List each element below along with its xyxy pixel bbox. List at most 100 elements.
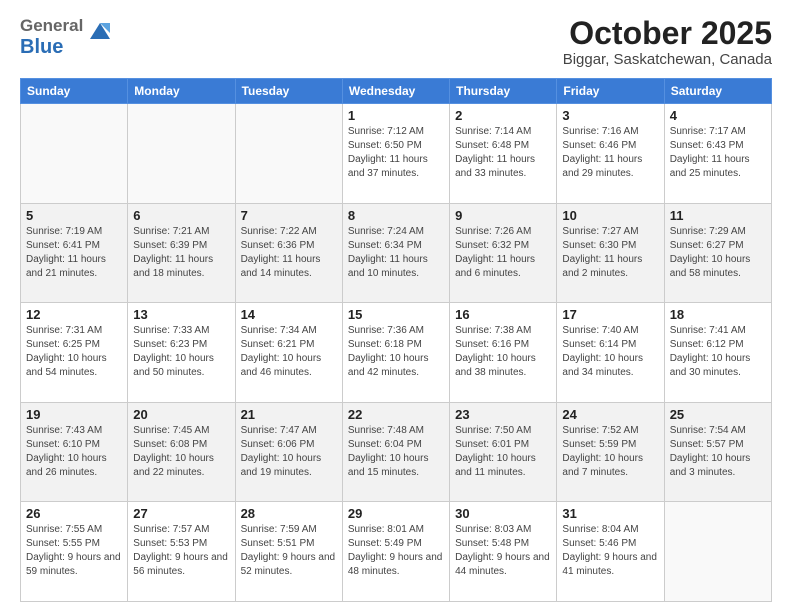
day-detail: Sunrise: 8:03 AMSunset: 5:48 PMDaylight:…: [455, 523, 551, 579]
day-number: 1: [348, 108, 444, 123]
day-number: 8: [348, 208, 444, 223]
calendar-day-cell: 18Sunrise: 7:41 AMSunset: 6:12 PMDayligh…: [664, 303, 771, 403]
calendar-day-cell: [21, 104, 128, 204]
day-detail: Sunrise: 8:04 AMSunset: 5:46 PMDaylight:…: [562, 523, 658, 579]
day-number: 30: [455, 506, 551, 521]
col-tuesday: Tuesday: [235, 79, 342, 104]
month-title: October 2025: [563, 16, 772, 51]
calendar-day-cell: [235, 104, 342, 204]
calendar-table: Sunday Monday Tuesday Wednesday Thursday…: [20, 78, 772, 602]
day-detail: Sunrise: 7:29 AMSunset: 6:27 PMDaylight:…: [670, 225, 766, 281]
page: General Blue October 2025 Biggar, Saskat…: [0, 0, 792, 612]
day-detail: Sunrise: 7:45 AMSunset: 6:08 PMDaylight:…: [133, 424, 229, 480]
day-detail: Sunrise: 7:48 AMSunset: 6:04 PMDaylight:…: [348, 424, 444, 480]
day-number: 17: [562, 307, 658, 322]
day-number: 15: [348, 307, 444, 322]
day-number: 6: [133, 208, 229, 223]
day-detail: Sunrise: 7:47 AMSunset: 6:06 PMDaylight:…: [241, 424, 337, 480]
calendar-week-row: 19 Sunrise: 7:43 AMSunset: 6:10 PMDayligh…: [21, 402, 772, 502]
col-sunday: Sunday: [21, 79, 128, 104]
calendar-day-cell: 27 Sunrise: 7:57 AMSunset: 5:53 PMDayligh…: [128, 502, 235, 602]
calendar-day-cell: 9 Sunrise: 7:26 AMSunset: 6:32 PMDaylight…: [450, 203, 557, 303]
header: General Blue October 2025 Biggar, Saskat…: [20, 16, 772, 68]
day-detail: Sunrise: 7:36 AMSunset: 6:18 PMDaylight:…: [348, 324, 444, 380]
day-number: 29: [348, 506, 444, 521]
calendar-day-cell: 8Sunrise: 7:24 AMSunset: 6:34 PMDaylight…: [342, 203, 449, 303]
calendar-day-cell: 25 Sunrise: 7:54 AMSunset: 5:57 PMDayligh…: [664, 402, 771, 502]
calendar-week-row: 12 Sunrise: 7:31 AMSunset: 6:25 PMDayligh…: [21, 303, 772, 403]
day-number: 14: [241, 307, 337, 322]
calendar-day-cell: 24Sunrise: 7:52 AMSunset: 5:59 PMDayligh…: [557, 402, 664, 502]
col-monday: Monday: [128, 79, 235, 104]
header-row: Sunday Monday Tuesday Wednesday Thursday…: [21, 79, 772, 104]
day-number: 27: [133, 506, 229, 521]
col-thursday: Thursday: [450, 79, 557, 104]
logo-general: General: [20, 16, 83, 35]
day-detail: Sunrise: 8:01 AMSunset: 5:49 PMDaylight:…: [348, 523, 444, 579]
day-detail: Sunrise: 7:57 AMSunset: 5:53 PMDaylight:…: [133, 523, 229, 579]
calendar-day-cell: 10Sunrise: 7:27 AMSunset: 6:30 PMDayligh…: [557, 203, 664, 303]
logo-blue: Blue: [20, 36, 63, 58]
day-number: 24: [562, 407, 658, 422]
logo-icon: [86, 19, 114, 47]
calendar-day-cell: 23 Sunrise: 7:50 AMSunset: 6:01 PMDayligh…: [450, 402, 557, 502]
day-detail: Sunrise: 7:55 AMSunset: 5:55 PMDaylight:…: [26, 523, 122, 579]
day-detail: Sunrise: 7:33 AMSunset: 6:23 PMDaylight:…: [133, 324, 229, 380]
calendar-day-cell: 16 Sunrise: 7:38 AMSunset: 6:16 PMDayligh…: [450, 303, 557, 403]
calendar-day-cell: 29 Sunrise: 8:01 AMSunset: 5:49 PMDayligh…: [342, 502, 449, 602]
calendar-week-row: 5Sunrise: 7:19 AMSunset: 6:41 PMDaylight…: [21, 203, 772, 303]
day-detail: Sunrise: 7:50 AMSunset: 6:01 PMDaylight:…: [455, 424, 551, 480]
day-number: 22: [348, 407, 444, 422]
logo: General Blue: [20, 16, 114, 59]
day-detail: Sunrise: 7:21 AMSunset: 6:39 PMDaylight:…: [133, 225, 229, 281]
day-detail: Sunrise: 7:40 AMSunset: 6:14 PMDaylight:…: [562, 324, 658, 380]
day-detail: Sunrise: 7:27 AMSunset: 6:30 PMDaylight:…: [562, 225, 658, 281]
day-detail: Sunrise: 7:12 AMSunset: 6:50 PMDaylight:…: [348, 125, 444, 181]
calendar-week-row: 1 Sunrise: 7:12 AMSunset: 6:50 PMDaylight…: [21, 104, 772, 204]
calendar-day-cell: 13 Sunrise: 7:33 AMSunset: 6:23 PMDayligh…: [128, 303, 235, 403]
calendar-day-cell: 14 Sunrise: 7:34 AMSunset: 6:21 PMDayligh…: [235, 303, 342, 403]
day-number: 7: [241, 208, 337, 223]
day-number: 19: [26, 407, 122, 422]
day-number: 2: [455, 108, 551, 123]
day-number: 9: [455, 208, 551, 223]
calendar-day-cell: 19 Sunrise: 7:43 AMSunset: 6:10 PMDayligh…: [21, 402, 128, 502]
calendar-day-cell: 31 Sunrise: 8:04 AMSunset: 5:46 PMDayligh…: [557, 502, 664, 602]
day-number: 20: [133, 407, 229, 422]
day-detail: Sunrise: 7:54 AMSunset: 5:57 PMDaylight:…: [670, 424, 766, 480]
calendar-day-cell: 2 Sunrise: 7:14 AMSunset: 6:48 PMDaylight…: [450, 104, 557, 204]
day-number: 21: [241, 407, 337, 422]
day-number: 25: [670, 407, 766, 422]
day-detail: Sunrise: 7:16 AMSunset: 6:46 PMDaylight:…: [562, 125, 658, 181]
day-detail: Sunrise: 7:31 AMSunset: 6:25 PMDaylight:…: [26, 324, 122, 380]
calendar-header: Sunday Monday Tuesday Wednesday Thursday…: [21, 79, 772, 104]
day-number: 12: [26, 307, 122, 322]
day-number: 5: [26, 208, 122, 223]
day-number: 3: [562, 108, 658, 123]
day-number: 4: [670, 108, 766, 123]
day-number: 18: [670, 307, 766, 322]
col-friday: Friday: [557, 79, 664, 104]
day-number: 16: [455, 307, 551, 322]
calendar-day-cell: 20 Sunrise: 7:45 AMSunset: 6:08 PMDayligh…: [128, 402, 235, 502]
day-number: 31: [562, 506, 658, 521]
day-detail: Sunrise: 7:14 AMSunset: 6:48 PMDaylight:…: [455, 125, 551, 181]
day-detail: Sunrise: 7:38 AMSunset: 6:16 PMDaylight:…: [455, 324, 551, 380]
day-number: 26: [26, 506, 122, 521]
calendar-week-row: 26 Sunrise: 7:55 AMSunset: 5:55 PMDayligh…: [21, 502, 772, 602]
day-number: 23: [455, 407, 551, 422]
col-saturday: Saturday: [664, 79, 771, 104]
calendar-day-cell: 7 Sunrise: 7:22 AMSunset: 6:36 PMDaylight…: [235, 203, 342, 303]
location: Biggar, Saskatchewan, Canada: [563, 51, 772, 68]
day-detail: Sunrise: 7:43 AMSunset: 6:10 PMDaylight:…: [26, 424, 122, 480]
title-block: October 2025 Biggar, Saskatchewan, Canad…: [563, 16, 772, 68]
calendar-day-cell: 6 Sunrise: 7:21 AMSunset: 6:39 PMDaylight…: [128, 203, 235, 303]
day-detail: Sunrise: 7:26 AMSunset: 6:32 PMDaylight:…: [455, 225, 551, 281]
day-number: 13: [133, 307, 229, 322]
calendar-day-cell: 28Sunrise: 7:59 AMSunset: 5:51 PMDayligh…: [235, 502, 342, 602]
calendar-day-cell: 22 Sunrise: 7:48 AMSunset: 6:04 PMDayligh…: [342, 402, 449, 502]
calendar-day-cell: 26 Sunrise: 7:55 AMSunset: 5:55 PMDayligh…: [21, 502, 128, 602]
day-detail: Sunrise: 7:34 AMSunset: 6:21 PMDaylight:…: [241, 324, 337, 380]
day-detail: Sunrise: 7:22 AMSunset: 6:36 PMDaylight:…: [241, 225, 337, 281]
calendar-day-cell: [128, 104, 235, 204]
